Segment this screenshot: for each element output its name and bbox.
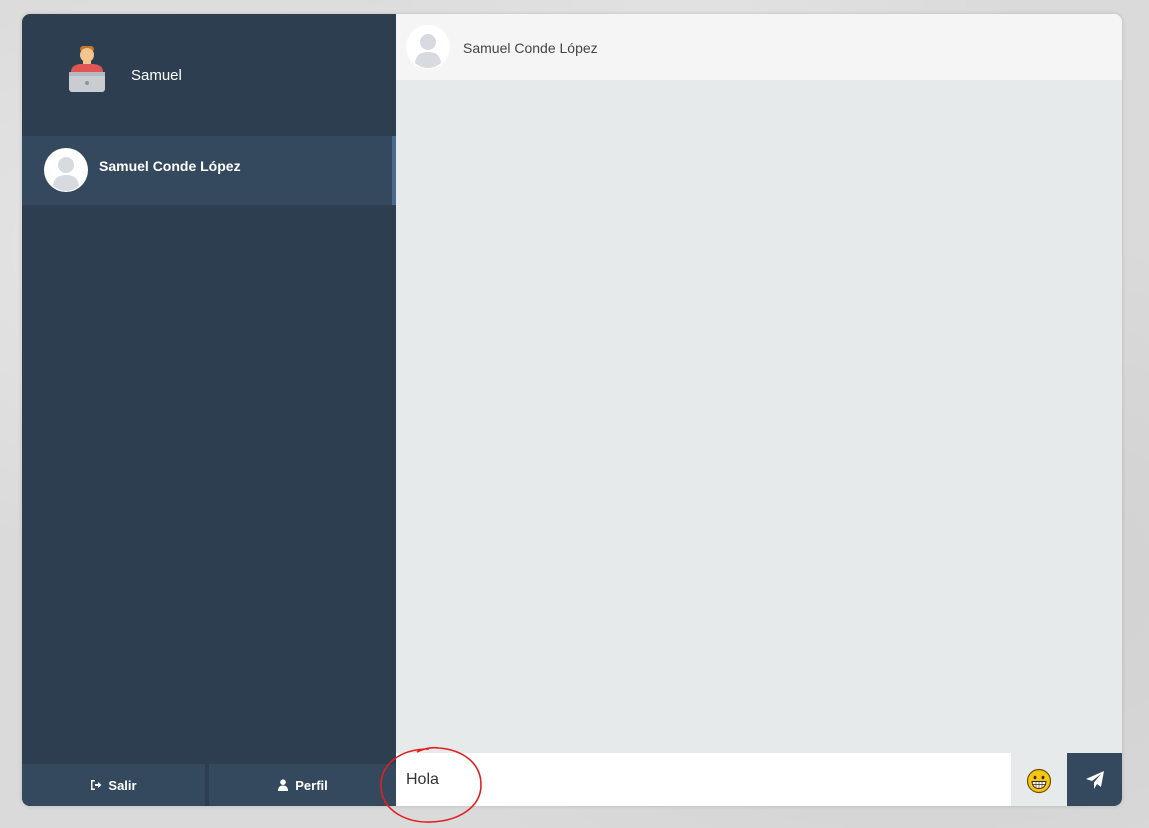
default-avatar-icon (44, 148, 88, 192)
default-avatar-icon (406, 25, 450, 69)
chat-header: Samuel Conde López (396, 14, 1122, 80)
user-profile: Samuel (22, 14, 396, 136)
user-icon (278, 779, 289, 791)
paper-plane-icon (1085, 770, 1104, 789)
logout-label: Salir (108, 777, 137, 793)
sidebar: Samuel Samuel Conde López Salir Perfil (22, 14, 396, 806)
send-button[interactable] (1067, 753, 1122, 806)
message-list[interactable] (396, 80, 1122, 753)
user-name: Samuel (131, 67, 182, 84)
user-laptop-icon (69, 46, 105, 92)
sign-out-icon (91, 780, 102, 790)
chat-panel: Samuel Conde López (396, 14, 1122, 806)
contact-item[interactable]: Samuel Conde López (22, 136, 396, 205)
logout-button[interactable]: Salir (22, 764, 207, 806)
chat-app: Samuel Samuel Conde López Salir Perfil S… (22, 14, 1122, 806)
profile-label: Perfil (295, 777, 328, 793)
chat-header-name: Samuel Conde López (463, 40, 598, 56)
contact-name: Samuel Conde López (99, 158, 241, 174)
grinning-face-icon[interactable] (1026, 768, 1052, 794)
profile-button[interactable]: Perfil (209, 764, 396, 806)
message-input[interactable] (396, 753, 1011, 806)
message-input-bar (396, 753, 1011, 806)
